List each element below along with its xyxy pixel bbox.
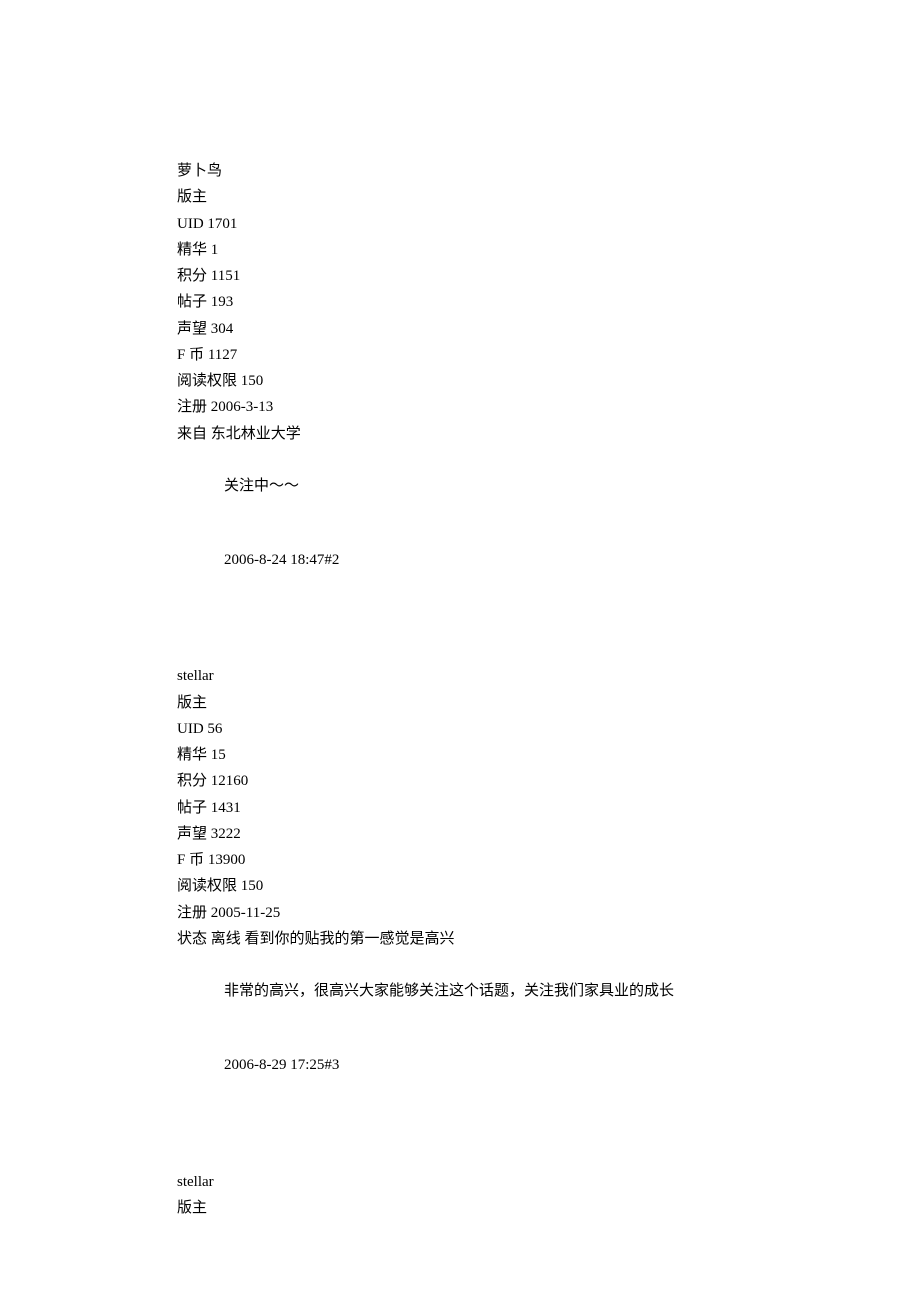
status-value: 离线 xyxy=(211,931,241,947)
forum-post: 萝卜鸟 版主 UID 1701 精华 1 积分 1151 帖子 193 声望 3… xyxy=(177,158,920,573)
field-label: 注册 xyxy=(177,399,207,415)
post-timestamp: 2006-8-24 18:47 xyxy=(224,552,324,568)
field-row: UID 1701 xyxy=(177,211,920,237)
field-row: 帖子 193 xyxy=(177,289,920,315)
field-value: 1151 xyxy=(211,268,240,284)
field-value: 193 xyxy=(211,294,234,310)
field-value: 2006-3-13 xyxy=(211,399,274,415)
field-value: 1701 xyxy=(207,216,237,232)
post-content: 非常的高兴，很高兴大家能够关注这个话题，关注我们家具业的成长 xyxy=(177,978,920,1004)
post-timestamp: 2006-8-29 17:25 xyxy=(224,1057,324,1073)
document-page: 萝卜鸟 版主 UID 1701 精华 1 积分 1151 帖子 193 声望 3… xyxy=(0,0,920,1302)
field-row: 声望 3222 xyxy=(177,821,920,847)
post-meta: 2006-8-29 17:25#3 xyxy=(177,1052,920,1078)
status-label: 状态 xyxy=(177,931,207,947)
field-label: UID xyxy=(177,721,204,737)
reply-title: 看到你的贴我的第一感觉是高兴 xyxy=(245,931,455,947)
field-label: F 币 xyxy=(177,852,204,868)
field-row: F 币 1127 xyxy=(177,342,920,368)
field-label: 精华 xyxy=(177,747,207,763)
field-row: 阅读权限 150 xyxy=(177,873,920,899)
field-row: 来自 东北林业大学 xyxy=(177,421,920,447)
field-value: 东北林业大学 xyxy=(211,426,301,442)
field-row: UID 56 xyxy=(177,716,920,742)
field-label: 声望 xyxy=(177,321,207,337)
field-label: 精华 xyxy=(177,242,207,258)
field-value: 150 xyxy=(241,878,264,894)
field-label: F 币 xyxy=(177,347,204,363)
field-value: 150 xyxy=(241,373,264,389)
post-content: 关注中～～ xyxy=(177,473,920,499)
field-label: 积分 xyxy=(177,268,207,284)
field-value: 1431 xyxy=(211,800,241,816)
field-label: 帖子 xyxy=(177,294,207,310)
user-role: 版主 xyxy=(177,1195,920,1221)
username: stellar xyxy=(177,1169,920,1195)
forum-post: stellar 版主 xyxy=(177,1169,920,1222)
field-label: 阅读权限 xyxy=(177,878,237,894)
field-label: 注册 xyxy=(177,905,207,921)
field-label: 帖子 xyxy=(177,800,207,816)
field-row: 积分 12160 xyxy=(177,768,920,794)
post-floor: #3 xyxy=(324,1057,339,1073)
status-row: 状态 离线 看到你的贴我的第一感觉是高兴 xyxy=(177,926,920,952)
forum-post: stellar 版主 UID 56 精华 15 积分 12160 帖子 1431… xyxy=(177,663,920,1078)
field-value: 12160 xyxy=(211,773,249,789)
field-row: 注册 2005-11-25 xyxy=(177,900,920,926)
field-value: 1 xyxy=(211,242,219,258)
field-row: 积分 1151 xyxy=(177,263,920,289)
field-row: 精华 1 xyxy=(177,237,920,263)
field-value: 15 xyxy=(211,747,226,763)
field-value: 304 xyxy=(211,321,234,337)
field-label: 阅读权限 xyxy=(177,373,237,389)
username: stellar xyxy=(177,663,920,689)
user-role: 版主 xyxy=(177,184,920,210)
field-row: 声望 304 xyxy=(177,316,920,342)
field-label: 积分 xyxy=(177,773,207,789)
username: 萝卜鸟 xyxy=(177,158,920,184)
user-role: 版主 xyxy=(177,690,920,716)
field-value: 2005-11-25 xyxy=(211,905,280,921)
field-value: 3222 xyxy=(211,826,241,842)
field-value: 56 xyxy=(207,721,222,737)
post-meta: 2006-8-24 18:47#2 xyxy=(177,547,920,573)
field-value: 1127 xyxy=(208,347,237,363)
field-row: 阅读权限 150 xyxy=(177,368,920,394)
field-row: 精华 15 xyxy=(177,742,920,768)
field-label: 来自 xyxy=(177,426,207,442)
field-label: 声望 xyxy=(177,826,207,842)
post-flovar: #2 xyxy=(324,552,339,568)
field-row: 帖子 1431 xyxy=(177,795,920,821)
field-label: UID xyxy=(177,216,204,232)
field-row: F 币 13900 xyxy=(177,847,920,873)
field-value: 13900 xyxy=(208,852,246,868)
field-row: 注册 2006-3-13 xyxy=(177,394,920,420)
